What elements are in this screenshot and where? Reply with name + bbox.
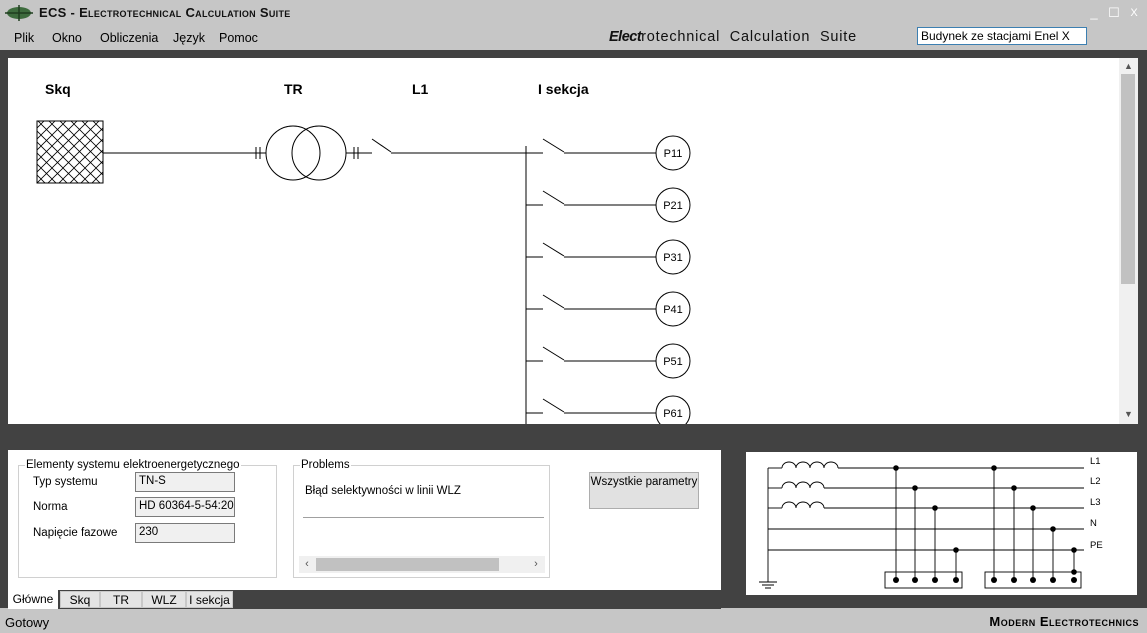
system-type-field[interactable]: TN-S [135, 472, 235, 492]
label-system-type: Typ systemu [33, 476, 98, 488]
tns-diagram-svg: L1 L2 L3 N PE [759, 456, 1103, 589]
grid-label-l2: L2 [1090, 476, 1101, 487]
menu-okno[interactable]: Okno [52, 31, 82, 45]
all-parameters-button[interactable]: Wszystkie parametry [589, 472, 699, 509]
scrollbar-thumb[interactable] [316, 558, 499, 571]
menu-plik[interactable]: Plik [14, 31, 34, 45]
footer-brand: Modern Electrotechnics [989, 614, 1139, 629]
feeder-label: P51 [663, 356, 683, 368]
scroll-left-icon[interactable]: ‹ [299, 556, 315, 573]
grid-label-l1: L1 [1090, 456, 1101, 467]
status-text: Gotowy [5, 615, 50, 630]
app-logo-icon [5, 5, 33, 21]
grid-source-symbol[interactable] [36, 120, 104, 184]
tab-skq[interactable]: Skq [60, 591, 100, 608]
scroll-right-icon[interactable]: › [528, 556, 544, 573]
label-tr: TR [284, 81, 303, 97]
feeder-breaker[interactable] [542, 242, 565, 257]
minimize-button[interactable]: _ [1083, 3, 1105, 23]
scrollbar-thumb[interactable] [1121, 74, 1135, 284]
label-section: I sekcja [538, 81, 589, 97]
feeder-label: P11 [664, 148, 683, 160]
label-l1: L1 [412, 81, 429, 97]
earth-ground-icon [759, 468, 777, 589]
brand-logo: Electrotechnical Calculation Suite [609, 29, 857, 45]
label-skq: Skq [45, 81, 71, 97]
feeder-p51[interactable]: P51 [526, 343, 691, 379]
feeder-breaker[interactable] [542, 398, 565, 413]
single-line-diagram: Skq TR L1 I sekcja P11 P21 P31 P41 P51 P61 [36, 81, 691, 424]
tab-glowne[interactable]: Główne [8, 590, 58, 609]
system-elements-legend: Elementy systemu elektroenergetycznego [26, 459, 240, 471]
label-standard: Norma [33, 501, 68, 513]
grid-label-pe: PE [1090, 540, 1103, 551]
terminal-icon [893, 577, 959, 583]
problem-item[interactable]: Błąd selektywności w linii WLZ [305, 485, 461, 497]
feeder-label: P21 [663, 200, 683, 212]
terminal-icon [991, 577, 1077, 583]
feeder-p11[interactable]: P11 [526, 135, 691, 171]
coil-l2-icon [781, 481, 825, 489]
grid-label-n: N [1090, 518, 1097, 529]
scroll-up-icon[interactable]: ▲ [1119, 58, 1138, 74]
feeder-p21[interactable]: P21 [526, 187, 691, 223]
transformer-secondary-coil[interactable] [291, 125, 347, 181]
window-title: ECS - Electrotechnical Calculation Suite [39, 5, 291, 20]
tab-wlz[interactable]: WLZ [142, 591, 186, 608]
maximize-button[interactable]: ☐ [1103, 3, 1125, 23]
feeders: P11 P21 P31 P41 P51 P61 [526, 135, 691, 424]
feeder-p61[interactable]: P61 [526, 395, 691, 424]
brand-rest: rotechnical Calculation Suite [641, 29, 857, 45]
feeder-breaker[interactable] [542, 294, 565, 309]
phase-voltage-field[interactable]: 230 [135, 523, 235, 543]
feeder-breaker[interactable] [542, 346, 565, 361]
feeder-p41[interactable]: P41 [526, 291, 691, 327]
grid-label-l3: L3 [1090, 497, 1101, 508]
feeder-label: P41 [663, 304, 683, 316]
feeder-label: P61 [663, 408, 683, 420]
problems-legend: Problems [301, 459, 350, 471]
tns-system-diagram: L1 L2 L3 N PE [746, 452, 1137, 595]
feeder-breaker[interactable] [542, 138, 565, 153]
status-bar [0, 609, 1147, 633]
tab-i-sekcja[interactable]: I sekcja [186, 591, 233, 608]
label-phase-voltage: Napięcie fazowe [33, 527, 118, 539]
coil-l1-icon [781, 461, 839, 469]
menu-pomoc[interactable]: Pomoc [219, 31, 258, 45]
menu-jezyk[interactable]: Język [173, 31, 205, 45]
brand-bold: Elect [609, 29, 642, 45]
scroll-down-icon[interactable]: ▼ [1119, 406, 1138, 422]
project-name-input[interactable] [917, 27, 1087, 45]
tab-tr[interactable]: TR [100, 591, 142, 608]
feeder-p31[interactable]: P31 [526, 239, 691, 275]
breaker-l1[interactable] [371, 138, 392, 153]
standard-field[interactable]: HD 60364-5-54:201 [135, 497, 235, 517]
diagram-panel[interactable]: Skq TR L1 I sekcja P11 P21 P31 P41 P51 P61 [8, 58, 1138, 424]
feeder-label: P31 [663, 252, 683, 264]
close-button[interactable]: X [1123, 3, 1145, 23]
menu-obliczenia[interactable]: Obliczenia [100, 31, 158, 45]
problems-divider [303, 517, 544, 518]
feeder-breaker[interactable] [542, 190, 565, 205]
coil-l3-icon [781, 501, 825, 509]
transformer-primary-coil[interactable] [265, 125, 321, 181]
